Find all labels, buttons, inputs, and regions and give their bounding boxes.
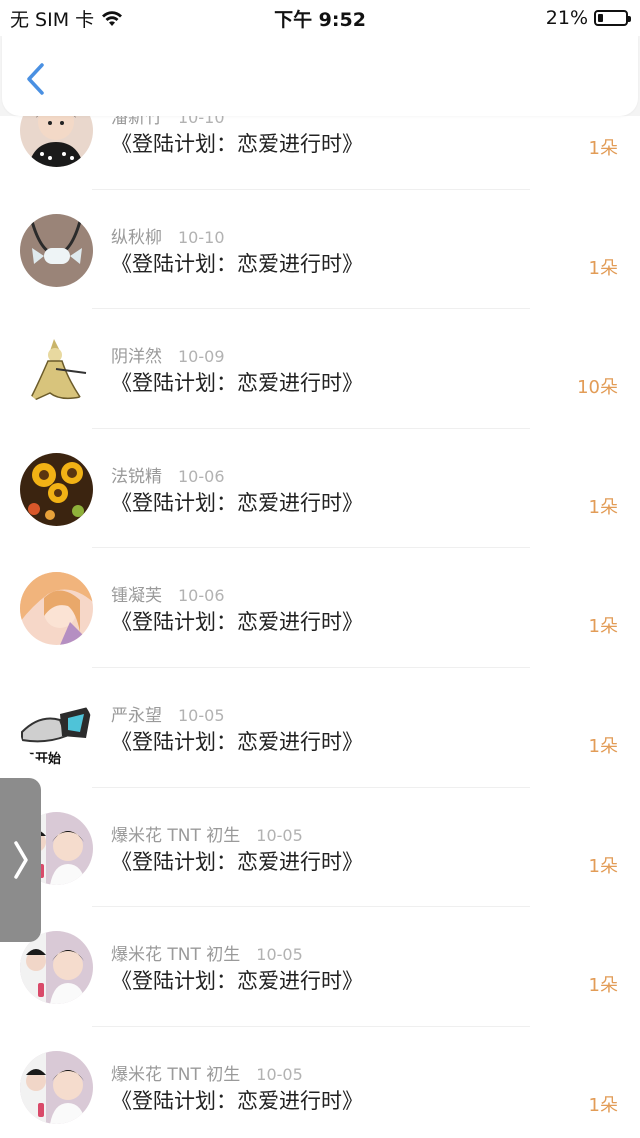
book-title[interactable]: 《登陆计划：恋爱进行时》 — [111, 248, 363, 278]
flower-count: 10朵 — [577, 377, 618, 399]
flower-count: 1朵 — [588, 616, 618, 638]
avatar[interactable] — [20, 1050, 93, 1124]
user-info: 爆米花 TNT 初生 10-05 — [111, 940, 303, 965]
book-title[interactable]: 《登陆计划：恋爱进行时》 — [111, 965, 363, 995]
avatar[interactable] — [20, 931, 93, 1005]
list-item[interactable]: 纵秋柳 10-10 《登陆计划：恋爱进行时》 1朵 — [0, 190, 640, 310]
user-info: 爆米花 TNT 初生 10-05 — [111, 1060, 303, 1085]
battery-icon — [594, 10, 631, 26]
back-button[interactable] — [22, 62, 52, 96]
user-name: 法锐精 — [111, 466, 162, 487]
avatar[interactable] — [20, 116, 93, 167]
user-info: 法锐精 10-06 — [111, 462, 225, 487]
avatar[interactable]: 五开始 — [20, 691, 93, 765]
item-date: 10-05 — [256, 945, 303, 965]
user-name: 潘新竹 — [111, 116, 162, 128]
book-title[interactable]: 《登陆计划：恋爱进行时》 — [111, 726, 363, 756]
carrier-label: 无 SIM 卡 — [10, 8, 95, 31]
list-item[interactable]: 爆米花 TNT 初生 10-05 《登陆计划：恋爱进行时》 1朵 — [0, 788, 640, 908]
user-info: 阴洋然 10-09 — [111, 342, 225, 367]
flower-count: 1朵 — [588, 138, 618, 159]
item-date: 10-09 — [178, 347, 225, 367]
avatar[interactable] — [20, 213, 93, 287]
battery-fill — [598, 14, 604, 22]
item-date: 10-05 — [256, 1064, 303, 1084]
user-info: 严永望 10-05 — [111, 701, 225, 726]
flower-count: 1朵 — [588, 1094, 618, 1116]
user-name: 锺凝芙 — [111, 586, 162, 607]
chevron-left-icon — [27, 63, 44, 95]
list-item[interactable]: 爆米花 TNT 初生 10-05 《登陆计划：恋爱进行时》 1朵 — [0, 1027, 640, 1138]
user-info: 锺凝芙 10-06 — [111, 581, 225, 606]
flower-count: 1朵 — [588, 855, 618, 877]
user-name: 严永望 — [111, 705, 162, 726]
item-date: 10-10 — [178, 116, 225, 127]
avatar[interactable] — [20, 452, 93, 526]
user-name: 爆米花 TNT 初生 — [111, 945, 241, 966]
list-item[interactable]: 五开始 严永望 10-05 《登陆计划：恋爱进行时》 1朵 — [0, 668, 640, 788]
user-info: 潘新竹 10-10 — [111, 116, 225, 128]
item-date: 10-05 — [256, 825, 303, 845]
list-item[interactable]: 阴洋然 10-09 《登陆计划：恋爱进行时》 10朵 — [0, 309, 640, 429]
user-info: 纵秋柳 10-10 — [111, 223, 225, 248]
user-info: 爆米花 TNT 初生 10-05 — [111, 821, 303, 846]
item-date: 10-10 — [178, 227, 225, 247]
flower-count: 1朵 — [588, 496, 618, 518]
flower-count: 1朵 — [588, 735, 618, 757]
svg-text:五开始: 五开始 — [22, 751, 61, 765]
user-name: 爆米花 TNT 初生 — [111, 825, 241, 846]
gift-list[interactable]: 潘新竹 10-10 《登陆计划：恋爱进行时》 1朵 纵秋柳 10-10 《登陆计划：恋爱进行… — [0, 116, 640, 1138]
book-title[interactable]: 《登陆计划：恋爱进行时》 — [111, 367, 363, 397]
nav-header — [2, 36, 638, 116]
flower-count: 1朵 — [588, 975, 618, 997]
list-item[interactable]: 法锐精 10-06 《登陆计划：恋爱进行时》 1朵 — [0, 429, 640, 549]
avatar[interactable] — [20, 333, 93, 407]
status-bar: 无 SIM 卡 下午 9:52 21% — [0, 0, 640, 36]
book-title[interactable]: 《登陆计划：恋爱进行时》 — [111, 487, 363, 517]
user-name: 纵秋柳 — [111, 227, 162, 248]
book-title[interactable]: 《登陆计划：恋爱进行时》 — [111, 846, 363, 876]
item-date: 10-06 — [178, 466, 225, 486]
item-date: 10-05 — [178, 705, 225, 725]
side-drawer-handle[interactable] — [0, 778, 41, 942]
user-name: 阴洋然 — [111, 347, 162, 368]
list-item[interactable]: 爆米花 TNT 初生 10-05 《登陆计划：恋爱进行时》 1朵 — [0, 907, 640, 1027]
book-title[interactable]: 《登陆计划：恋爱进行时》 — [111, 606, 363, 636]
item-date: 10-06 — [178, 586, 225, 606]
flower-count: 1朵 — [588, 257, 618, 279]
battery-percent: 21% — [545, 7, 588, 29]
list-item[interactable]: 潘新竹 10-10 《登陆计划：恋爱进行时》 1朵 — [0, 116, 640, 190]
chevron-right-icon — [13, 841, 28, 879]
book-title[interactable]: 《登陆计划：恋爱进行时》 — [111, 128, 363, 158]
list-item[interactable]: 锺凝芙 10-06 《登陆计划：恋爱进行时》 1朵 — [0, 548, 640, 668]
avatar[interactable] — [20, 572, 93, 646]
book-title[interactable]: 《登陆计划：恋爱进行时》 — [111, 1085, 363, 1115]
user-name: 爆米花 TNT 初生 — [111, 1064, 241, 1085]
wifi-icon — [102, 11, 123, 26]
